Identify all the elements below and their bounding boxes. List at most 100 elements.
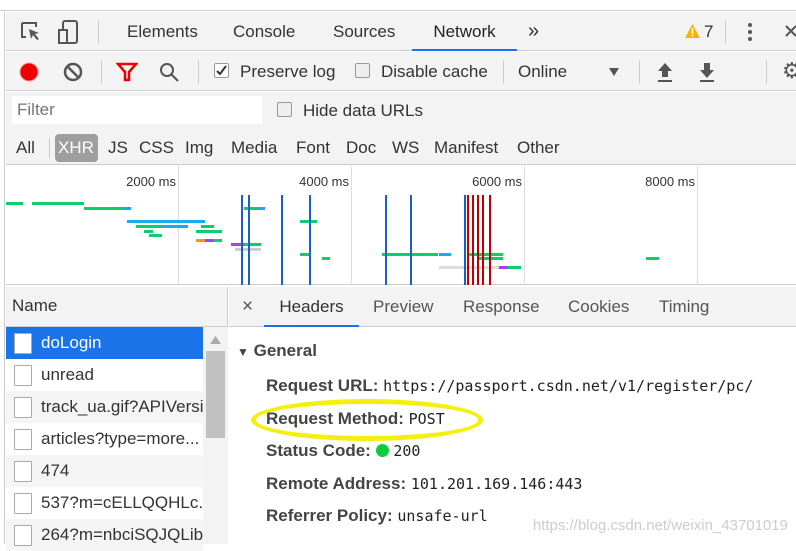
- grid-line: [524, 166, 525, 285]
- overview-event-line: [384, 195, 387, 285]
- referrer-policy-field: Referrer Policy: unsafe-url: [266, 506, 488, 525]
- left-edge: [0, 12, 5, 544]
- more-tabs-button[interactable]: »: [528, 12, 539, 51]
- disable-cache-label[interactable]: Disable cache: [381, 52, 488, 91]
- export-har-icon[interactable]: [698, 61, 716, 83]
- request-url-field: Request URL: https://passport.csdn.net/v…: [266, 376, 754, 395]
- request-name: 474: [41, 461, 70, 480]
- overview-bar: [300, 252, 309, 256]
- hide-data-urls-checkbox[interactable]: [277, 102, 292, 117]
- overview-bar: [507, 266, 521, 270]
- overview-event-line: [281, 195, 284, 285]
- disable-cache-checkbox[interactable]: [355, 63, 370, 78]
- overview-event-line: [248, 195, 251, 285]
- request-row[interactable]: articles?type=more...: [6, 423, 203, 455]
- request-row[interactable]: 474: [6, 455, 203, 487]
- dropdown-arrow-icon[interactable]: [608, 67, 620, 77]
- inspect-element-icon[interactable]: [20, 21, 42, 43]
- tab-response[interactable]: Response: [463, 287, 540, 327]
- type-ws[interactable]: WS: [389, 134, 422, 162]
- request-name: articles?type=more...: [41, 429, 200, 448]
- tick-label: 8000 ms: [645, 174, 695, 189]
- overview-bar: [161, 225, 188, 228]
- overview-bar: [243, 243, 262, 247]
- device-toolbar-icon[interactable]: [58, 20, 80, 44]
- overview-bar: [6, 202, 24, 205]
- import-har-icon[interactable]: [656, 61, 674, 83]
- type-doc[interactable]: Doc: [343, 134, 379, 162]
- type-font[interactable]: Font: [293, 134, 333, 162]
- request-name: doLogin: [41, 333, 102, 352]
- overview-event-line: [467, 195, 470, 285]
- overview-bar: [213, 238, 223, 242]
- preserve-log-checkbox[interactable]: [214, 63, 229, 78]
- tab-sources[interactable]: Sources: [333, 12, 395, 51]
- tab-headers[interactable]: Headers: [264, 287, 359, 327]
- network-overview[interactable]: 2000 ms 4000 ms 6000 ms 8000 ms: [6, 166, 796, 285]
- overview-bar: [83, 206, 123, 210]
- request-row[interactable]: 537?m=cELLQQHLc.: [6, 487, 203, 519]
- scrollbar[interactable]: [203, 327, 228, 544]
- more-options-icon[interactable]: [747, 22, 753, 42]
- tick-label: 2000 ms: [126, 174, 176, 189]
- filter-row: Hide data URLs: [6, 92, 796, 130]
- overview-bar: [243, 206, 257, 210]
- request-name: 264?m=nbciSQJQLib: [41, 525, 203, 544]
- hide-data-urls-label[interactable]: Hide data URLs: [303, 92, 423, 130]
- clear-icon[interactable]: [62, 61, 84, 83]
- tab-preview[interactable]: Preview: [373, 287, 433, 327]
- type-xhr[interactable]: XHR: [55, 134, 98, 162]
- scroll-up-icon[interactable]: [210, 336, 221, 344]
- type-img[interactable]: Img: [182, 134, 216, 162]
- document-icon: [14, 461, 32, 482]
- close-details-button[interactable]: ×: [242, 287, 253, 327]
- type-css[interactable]: CSS: [136, 134, 177, 162]
- overview-event-line: [472, 195, 475, 285]
- tab-console[interactable]: Console: [233, 12, 295, 51]
- type-js[interactable]: JS: [105, 134, 131, 162]
- request-name: track_ua.gif?APIVersi: [41, 397, 203, 416]
- type-other[interactable]: Other: [514, 134, 563, 162]
- warning-count[interactable]: 7: [704, 12, 713, 51]
- filter-icon[interactable]: [116, 62, 138, 82]
- overview-event-line: [241, 195, 244, 285]
- document-icon: [14, 365, 32, 386]
- tick-label: 4000 ms: [299, 174, 349, 189]
- document-icon: [14, 525, 32, 546]
- general-section-toggle[interactable]: ▼ General: [237, 341, 317, 361]
- settings-gear-icon[interactable]: ⚙: [782, 58, 796, 84]
- filter-input[interactable]: [12, 96, 262, 124]
- overview-bar: [256, 206, 266, 210]
- request-list: Name doLogin unread track_ua.gif?APIVersia…: [6, 287, 228, 551]
- search-icon[interactable]: [158, 61, 180, 83]
- overview-bar: [499, 266, 508, 270]
- request-details: × Headers Preview Response Cookies Timin…: [229, 287, 796, 544]
- request-row[interactable]: 264?m=nbciSQJQLib: [6, 519, 203, 551]
- type-media[interactable]: Media: [228, 134, 280, 162]
- throttling-select[interactable]: Online: [518, 52, 567, 91]
- name-column-header[interactable]: Name: [6, 287, 227, 327]
- tab-network[interactable]: Network: [412, 12, 517, 51]
- overview-event-line: [481, 195, 484, 285]
- request-row[interactable]: unread: [6, 359, 203, 391]
- document-icon: [14, 493, 32, 514]
- request-name: unread: [41, 365, 94, 384]
- tab-timing[interactable]: Timing: [659, 287, 709, 327]
- record-icon[interactable]: [18, 61, 40, 83]
- close-devtools-icon[interactable]: [784, 24, 796, 40]
- warning-icon[interactable]: [684, 23, 701, 39]
- general-section-title: General: [253, 341, 317, 360]
- request-row[interactable]: doLogin: [6, 327, 203, 359]
- request-row[interactable]: track_ua.gif?APIVersi: [6, 391, 203, 423]
- overview-bar: [200, 225, 214, 228]
- overview-bar: [646, 257, 660, 261]
- tab-elements[interactable]: Elements: [127, 12, 198, 51]
- status-dot-icon: [375, 444, 389, 457]
- scrollbar-thumb[interactable]: [206, 351, 225, 438]
- tab-cookies[interactable]: Cookies: [568, 287, 629, 327]
- window-top: [0, 0, 796, 11]
- preserve-log-label[interactable]: Preserve log: [240, 52, 335, 91]
- type-all[interactable]: All: [13, 134, 38, 162]
- type-manifest[interactable]: Manifest: [431, 134, 501, 162]
- overview-bar: [148, 234, 162, 238]
